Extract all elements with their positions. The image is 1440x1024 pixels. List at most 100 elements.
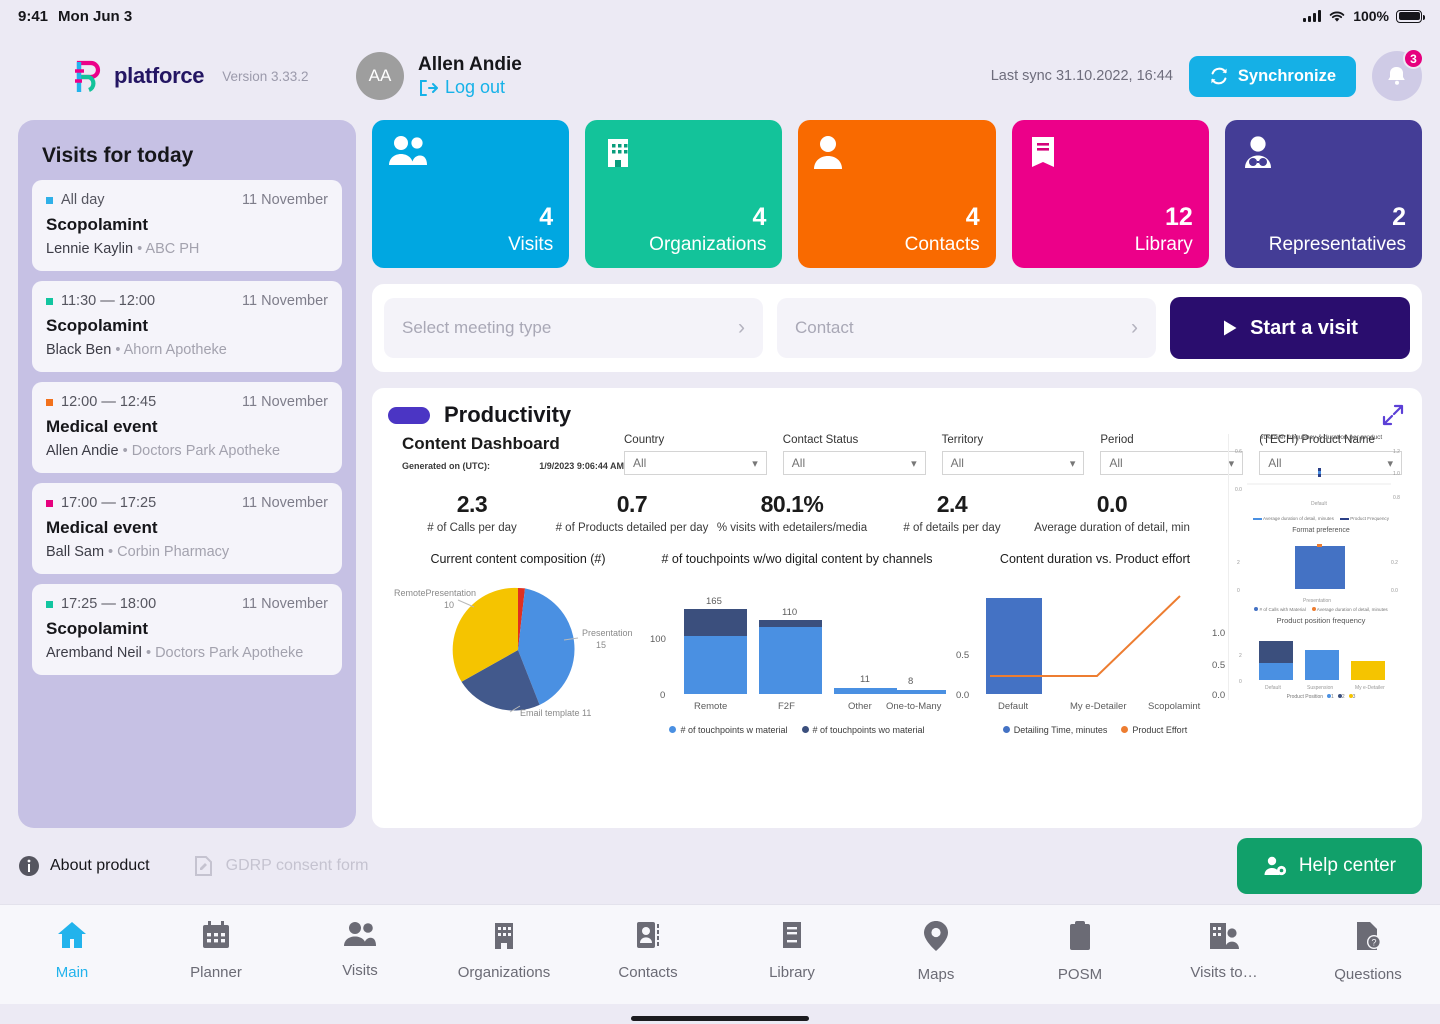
svg-text:0.5: 0.5 [956,650,969,661]
svg-text:My e-Detailer: My e-Detailer [1355,685,1385,691]
building-icon [490,921,518,954]
tab-organizations[interactable]: Organizations [432,921,576,981]
stat-label: Organizations [649,234,767,255]
tab-planner[interactable]: Planner [144,921,288,981]
tab-posm[interactable]: POSM [1008,921,1152,983]
svg-text:0.0: 0.0 [1212,690,1225,701]
visit-card[interactable]: 12:00 — 12:45 11 November Medical event All… [32,382,342,473]
help-center-button[interactable]: Help center [1236,838,1422,894]
visit-subtitle: Ball Sam • Corbin Pharmacy [46,544,230,560]
tab-contacts[interactable]: Contacts [576,921,720,981]
filter-select[interactable]: All ▾ [941,451,1085,475]
tab-visits[interactable]: Visits [288,921,432,979]
kpi-label: # of details per day [903,522,1001,534]
about-product-link[interactable]: About product [18,855,150,877]
brand-logo: platforce Version 3.33.2 [18,60,356,92]
stat-card-organizations[interactable]: 4 Organizations [585,120,783,268]
clipboard-icon [1068,921,1092,956]
tab-label: Maps [917,966,955,983]
svg-text:11: 11 [860,674,870,685]
chart-current-content-composition[interactable]: Current content composition (#) RemotePr… [392,552,644,735]
chart-content-duration-vs-product-effort[interactable]: Content duration vs. Product effort 0.5 … [950,552,1240,735]
svg-text:0.0: 0.0 [1235,487,1242,493]
synchronize-button[interactable]: Synchronize [1188,55,1356,97]
status-date: Mon Jun 3 [58,7,133,25]
legend-item: Average duration of detail, minutes [1311,607,1388,612]
tab-library[interactable]: Library [720,921,864,981]
bell-icon [1388,67,1405,85]
filter-select[interactable]: All ▾ [782,451,926,475]
kpi-card: 0.7 # of Products detailed per day [552,491,712,534]
logout-button[interactable]: Log out [418,77,522,98]
svg-text:1.0: 1.0 [1212,628,1225,639]
stat-card-row: 4 Visits 4 Organizations 4 Contacts 12 Library 2… [372,120,1423,268]
svg-text:RemotePresentation: RemotePresentation [394,588,476,598]
visit-list[interactable]: All day 11 November Scopolamint Lennie Kayl… [32,180,342,675]
notifications[interactable]: 3 [1372,48,1424,101]
filter-select[interactable]: All ▾ [624,451,767,475]
battery-percent: 100% [1353,8,1389,24]
representative-icon [1241,135,1406,175]
tab-label: Library [769,964,815,981]
svg-text:Default: Default [1265,685,1281,691]
stat-label: Library [1134,234,1193,255]
visit-card[interactable]: All day 11 November Scopolamint Lennie Kayl… [32,180,342,271]
start-a-visit-button[interactable]: Start a visit [1170,297,1410,359]
visit-time: 17:25 — 18:00 [61,596,157,612]
logout-label: Log out [445,77,506,98]
document-question-icon: ? [1355,921,1381,956]
legend-item: Average duration of detail, minutes [1252,516,1334,521]
stat-card-representatives[interactable]: 2 Representatives [1224,120,1423,268]
svg-text:Default: Default [998,701,1028,712]
visit-card[interactable]: 17:00 — 17:25 11 November Medical event Bal… [32,483,342,574]
stat-label: Representatives [1268,234,1407,255]
stat-card-visits[interactable]: 4 Visits [372,120,570,268]
visit-contact: Allen Andie [46,443,119,459]
app-version: Version 3.33.2 [222,68,309,84]
tab-maps[interactable]: Maps [864,921,1008,983]
visit-org: Corbin Pharmacy [117,544,230,560]
svg-text:10: 10 [444,600,454,610]
help-person-icon [1264,856,1286,876]
user-block: Allen Andie Log out [418,54,522,99]
meeting-type-select[interactable]: Select meeting type › [384,298,763,358]
chart-format-preference[interactable]: Format preference 2 0 0.2 0.0 Presentati… [1233,527,1409,612]
sync-icon [1211,67,1227,85]
svg-text:F2F: F2F [778,701,795,712]
filter-select[interactable]: All ▾ [1100,451,1244,475]
chart-edetailer-frequency-duration[interactable]: eDetailer frequency & duration per produ… [1233,434,1409,521]
chart-touchpoints-by-channel[interactable]: # of touchpoints w/wo digital content by… [644,552,950,735]
svg-text:One-to-Many: One-to-Many [886,701,942,712]
building-icon [601,135,766,175]
visit-contact: Black Ben [46,342,112,358]
play-icon [1224,320,1237,336]
visit-card[interactable]: 17:25 — 18:00 11 November Scopolamint Aremb… [32,584,342,675]
svg-text:My e-Detailer: My e-Detailer [1070,701,1127,712]
kpi-card: 2.4 # of details per day [872,491,1032,534]
bottom-tab-bar[interactable]: Main Planner Visits Organizations Contacts Li… [0,904,1440,1004]
stat-card-contacts[interactable]: 4 Contacts [798,120,996,268]
contact-select[interactable]: Contact › [777,298,1156,358]
pie-chart: RemotePresentation 10 Presentation 15 Em… [394,587,633,718]
filter-label: Country [624,434,665,446]
tab-questions[interactable]: ? Questions [1296,921,1440,983]
content-dashboard: Content Dashboard Generated on (UTC): 1/… [388,434,1406,735]
svg-text:Presentation: Presentation [582,628,633,638]
visit-title: Scopolamint [46,316,149,335]
legend-item: # of touchpoints wo material [801,725,925,735]
visit-org: Ahorn Apotheke [123,342,227,358]
visit-card[interactable]: 11:30 — 12:00 11 November Scopolamint Black… [32,281,342,372]
avatar[interactable]: AA [356,52,404,100]
scatter-chart: 0.6 0.0 1.2 1.0 0.8 Default [1235,449,1400,507]
expand-button[interactable] [1380,402,1406,433]
combo-chart: 0.5 0.0 1.0 0.5 0.0 Default My e-Detaile… [956,595,1225,712]
svg-text:110: 110 [782,607,797,618]
tab-visits-to[interactable]: Visits to… [1152,921,1296,981]
stat-card-library[interactable]: 12 Library [1011,120,1209,268]
kpi-label: % visits with edetailers/media [716,522,868,534]
tab-main[interactable]: Main [0,921,144,981]
svg-text:1.0: 1.0 [1393,471,1400,477]
chart-product-position-frequency[interactable]: Product position frequency 2 0 Default S… [1233,616,1409,700]
panel-title: Productivity [444,402,572,427]
visits-sidebar: Visits for today All day 11 November Scopo… [18,120,356,828]
